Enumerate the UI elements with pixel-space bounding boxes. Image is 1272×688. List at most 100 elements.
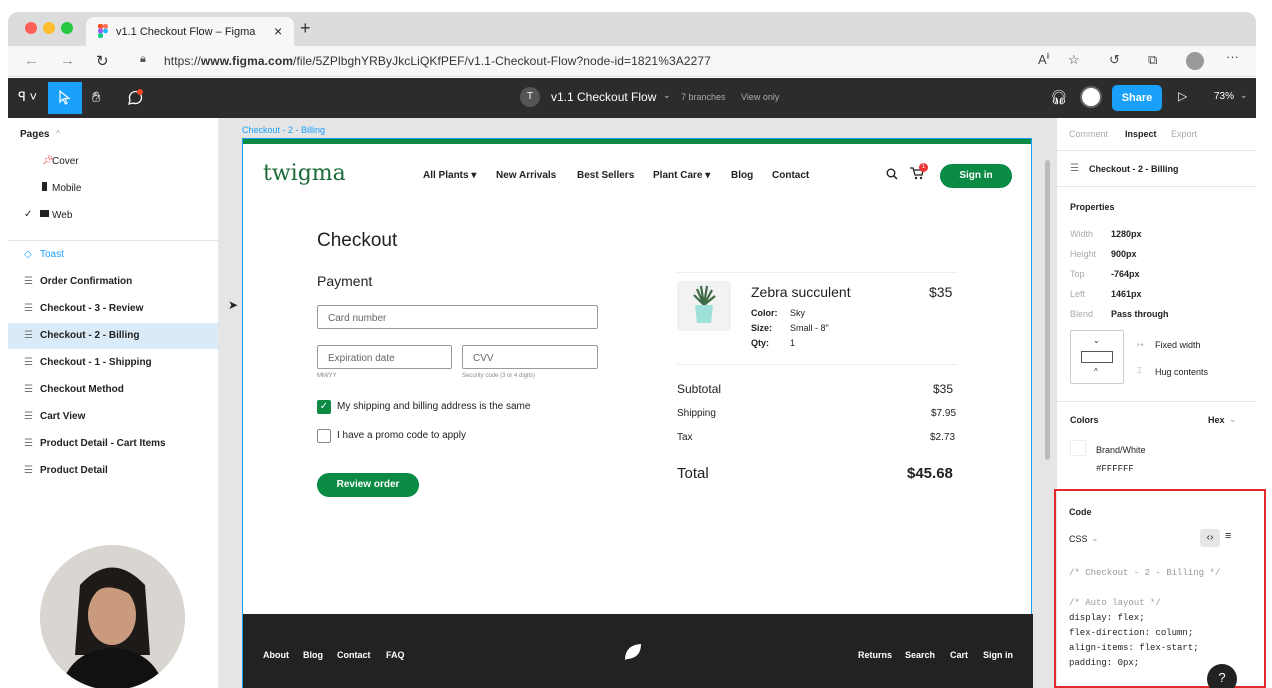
nav-new-arrivals[interactable]: New Arrivals	[496, 170, 556, 181]
color-format-select[interactable]: Hex	[1208, 415, 1225, 425]
profile-avatar[interactable]	[1186, 52, 1204, 70]
branches-count[interactable]: 7 branches	[681, 92, 726, 102]
payment-heading: Payment	[317, 273, 373, 289]
headphones-icon[interactable]: 🎧︎	[1050, 89, 1068, 106]
footer-cart[interactable]: Cart	[950, 650, 968, 660]
shipping-value: $7.95	[931, 408, 957, 419]
forward-icon[interactable]: →	[60, 52, 75, 69]
minimize-window-icon[interactable]	[43, 22, 55, 34]
canvas-scrollbar[interactable]	[1045, 160, 1050, 460]
tab-export[interactable]: Export	[1171, 129, 1197, 139]
favorite-icon[interactable]: ☆	[1068, 52, 1080, 68]
chevron-up-icon[interactable]: ^	[56, 129, 60, 138]
hug-contents-label: Hug contents	[1155, 367, 1209, 377]
code-language-select[interactable]: CSS	[1069, 534, 1088, 544]
tax-value: $2.73	[930, 432, 956, 443]
page-cover[interactable]: Cover	[52, 156, 79, 167]
help-button[interactable]: ?	[1207, 664, 1237, 688]
share-button[interactable]: Share	[1112, 85, 1162, 111]
footer-returns[interactable]: Returns	[858, 650, 892, 660]
search-icon[interactable]	[886, 167, 898, 185]
layer-item-checkout-method[interactable]: ☰ Checkout Method	[20, 377, 218, 403]
nav-contact[interactable]: Contact	[772, 170, 809, 181]
layer-item-product-detail[interactable]: ☰ Product Detail	[20, 458, 218, 484]
browser-tab[interactable]: v1.1 Checkout Flow – Figma ×	[86, 17, 294, 46]
prop-value[interactable]: 1461px	[1111, 289, 1142, 299]
prop-value[interactable]: Pass through	[1111, 309, 1169, 319]
more-icon[interactable]: ···	[1226, 49, 1239, 64]
chevron-down-icon[interactable]: ⌄	[1229, 414, 1237, 425]
file-owner-avatar: T	[520, 87, 540, 107]
promo-checkbox[interactable]	[317, 429, 331, 443]
mouse-cursor-icon: ➤	[228, 298, 239, 312]
collections-icon[interactable]: ⧉	[1148, 52, 1157, 68]
frame-label[interactable]: Checkout - 2 - Billing	[242, 125, 325, 135]
url-field[interactable]: 🔒︎ https://www.figma.com/file/5ZPlbghYRB…	[130, 50, 1028, 72]
cvv-field[interactable]: CVV	[462, 345, 598, 369]
layer-item-order-confirmation[interactable]: ☰ Order Confirmation	[20, 269, 218, 295]
expiration-date-field[interactable]: Expiration date	[317, 345, 452, 369]
layer-item-checkout-billing[interactable]: ☰ Checkout - 2 - Billing	[8, 323, 218, 349]
view-mode: View only	[741, 92, 780, 102]
footer-blog[interactable]: Blog	[303, 650, 323, 660]
layer-item-checkout-shipping[interactable]: ☰ Checkout - 1 - Shipping	[20, 350, 218, 376]
same-address-checkbox[interactable]: ✓	[317, 400, 331, 414]
divider	[1057, 150, 1257, 151]
layer-item-cart-view[interactable]: ☰ Cart View	[20, 404, 218, 430]
tab-inspect[interactable]: Inspect	[1125, 129, 1157, 139]
user-avatar[interactable]	[1080, 86, 1102, 108]
color-swatch[interactable]	[1070, 440, 1086, 456]
card-number-field[interactable]: Card number	[317, 305, 598, 329]
close-window-icon[interactable]	[25, 22, 37, 34]
chevron-down-icon[interactable]: ⌄	[1091, 533, 1099, 544]
footer-contact[interactable]: Contact	[337, 650, 371, 660]
zoom-chevron-icon[interactable]: ⌄	[1240, 90, 1248, 101]
close-tab-icon[interactable]: ×	[274, 23, 282, 39]
present-icon[interactable]: ▷	[1178, 89, 1187, 103]
nav-best-sellers[interactable]: Best Sellers	[577, 170, 634, 181]
prop-value[interactable]: 1280px	[1111, 229, 1142, 239]
footer-about[interactable]: About	[263, 650, 289, 660]
layer-item-toast[interactable]: ◇ Toast	[20, 242, 218, 268]
sign-in-button[interactable]: Sign in	[940, 164, 1012, 188]
footer-search[interactable]: Search	[905, 650, 935, 660]
page-web[interactable]: Web	[52, 210, 72, 221]
browser-tab-bar: v1.1 Checkout Flow – Figma × +	[8, 12, 1256, 46]
new-tab-icon[interactable]: +	[300, 18, 311, 39]
reload-icon[interactable]: ↻	[96, 52, 109, 70]
code-view-icon[interactable]: ‹›	[1200, 529, 1220, 547]
layer-item-product-detail-cart[interactable]: ☰ Product Detail - Cart Items	[20, 431, 218, 457]
comment-tool-icon[interactable]	[126, 89, 144, 111]
frame-icon: ☰	[24, 438, 33, 449]
tab-comment[interactable]: Comment	[1069, 129, 1108, 139]
footer-sign-in[interactable]: Sign in	[983, 650, 1013, 660]
checkout-frame[interactable]: twigma All Plants ▾ New Arrivals Best Se…	[242, 138, 1033, 688]
page-mobile[interactable]: Mobile	[52, 183, 81, 194]
zoom-level[interactable]: 73%	[1214, 91, 1234, 102]
prop-value[interactable]: -764px	[1111, 269, 1140, 279]
hand-tool-icon[interactable]: ✋︎	[92, 89, 101, 106]
twigma-logo[interactable]: twigma	[263, 161, 346, 186]
layer-label: Order Confirmation	[40, 276, 133, 287]
nav-label: Plant Care	[653, 170, 703, 181]
prop-value[interactable]: 900px	[1111, 249, 1137, 259]
nav-blog[interactable]: Blog	[731, 170, 753, 181]
chevron-down-icon[interactable]: ⌄	[663, 90, 671, 101]
figma-menu-icon[interactable]: ꟼ ˅	[18, 89, 37, 105]
top-accent-bar	[243, 139, 1031, 144]
review-order-button[interactable]: Review order	[317, 473, 419, 497]
refresh-extension-icon[interactable]: ↺	[1109, 52, 1120, 68]
read-aloud-icon[interactable]: Aⅱ	[1038, 52, 1050, 67]
move-tool-button[interactable]	[48, 82, 82, 114]
list-view-icon[interactable]: ≡	[1225, 530, 1231, 542]
layer-item-checkout-review[interactable]: ☰ Checkout - 3 - Review	[20, 296, 218, 322]
footer-faq[interactable]: FAQ	[386, 650, 405, 660]
nav-plant-care[interactable]: Plant Care ▾	[653, 170, 710, 181]
layer-label: Checkout - 1 - Shipping	[40, 357, 152, 368]
nav-all-plants[interactable]: All Plants ▾	[423, 170, 476, 181]
back-icon[interactable]: ←	[24, 52, 39, 69]
maximize-window-icon[interactable]	[61, 22, 73, 34]
prop-label: Left	[1070, 289, 1086, 299]
color-hex[interactable]: #FFFFFF	[1096, 464, 1134, 474]
file-title[interactable]: v1.1 Checkout Flow	[551, 90, 656, 104]
